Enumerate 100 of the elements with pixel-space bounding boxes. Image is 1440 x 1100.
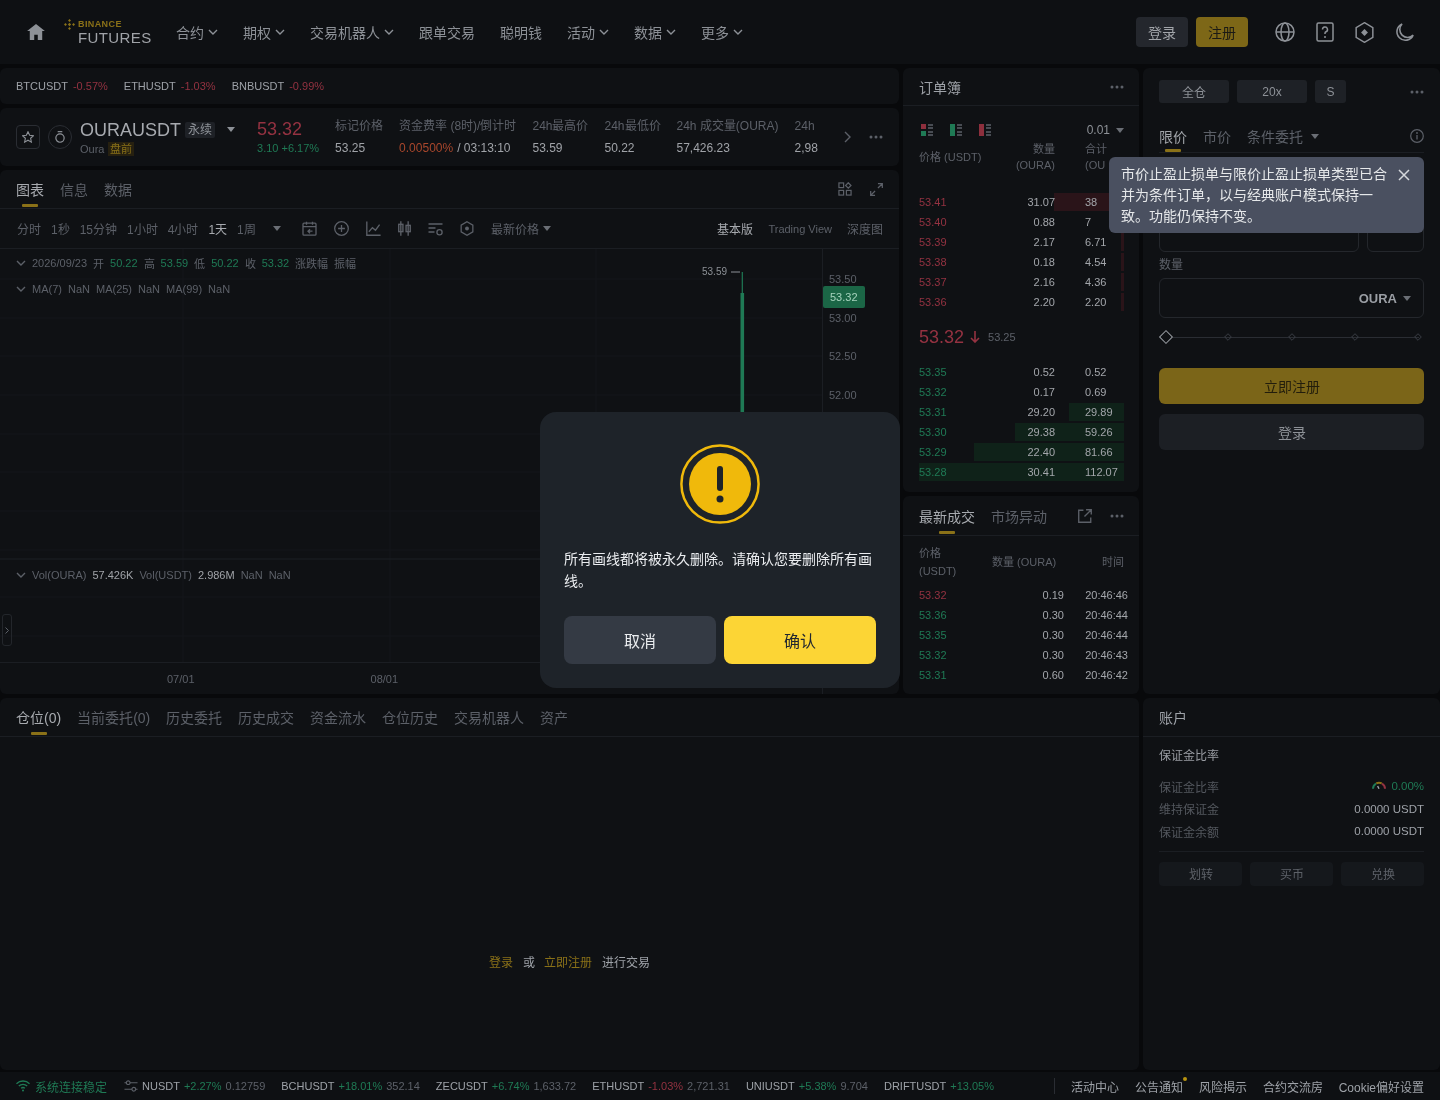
chart-view-tab[interactable]: Trading View: [768, 222, 832, 235]
order-type-tab[interactable]: 限价: [1159, 120, 1187, 152]
layout-icon[interactable]: [838, 182, 852, 196]
panel-title: 订单簿: [919, 78, 961, 97]
line-chart-icon[interactable]: [365, 221, 381, 236]
ticker-symbol[interactable]: BCHUSDT: [281, 1080, 335, 1092]
unit-dropdown[interactable]: OURA: [1358, 290, 1411, 306]
caret-icon[interactable]: [272, 226, 281, 231]
help-icon[interactable]: [1316, 22, 1334, 42]
hexagon-icon[interactable]: [459, 221, 474, 236]
sliders-icon[interactable]: [124, 1080, 138, 1092]
home-icon[interactable]: [27, 24, 45, 40]
settings-icon[interactable]: [427, 221, 443, 236]
buy-book-icon[interactable]: [950, 124, 962, 136]
footer-link[interactable]: Cookie偏好设置: [1338, 1080, 1424, 1095]
chart-tab[interactable]: 信息: [60, 170, 88, 208]
price-change: -0.99%: [289, 80, 325, 92]
more-icon[interactable]: [1110, 513, 1124, 518]
footer-link[interactable]: 活动中心: [1070, 1080, 1119, 1095]
nav-menu-item[interactable]: 数据: [633, 17, 676, 47]
footer-link[interactable]: 合约交流房: [1262, 1080, 1323, 1095]
tick-size-dropdown[interactable]: 0.01: [1086, 123, 1124, 137]
positions-tab[interactable]: 仓位(0): [16, 698, 62, 736]
footer-link[interactable]: 风险揭示: [1198, 1080, 1247, 1095]
product-name: FUTURES: [78, 28, 152, 46]
more-icon[interactable]: [1410, 89, 1424, 94]
ticker-symbol[interactable]: ZECUSDT: [435, 1080, 488, 1092]
favorite-button[interactable]: [16, 125, 40, 149]
plus-circle-icon[interactable]: [333, 221, 349, 236]
margin-mode-button[interactable]: 全仓: [1159, 80, 1229, 103]
login-button[interactable]: 登录: [1159, 414, 1424, 450]
more-icon[interactable]: [869, 135, 883, 139]
confirm-button[interactable]: 确认: [724, 616, 876, 664]
price-source-dropdown[interactable]: 最新价格: [490, 220, 551, 237]
chart-view-tab[interactable]: 基本版: [717, 220, 754, 237]
caret-icon[interactable]: [227, 127, 235, 132]
interval-tab[interactable]: 4小时: [167, 220, 199, 237]
info-icon[interactable]: [1410, 129, 1424, 143]
leverage-button[interactable]: 20x: [1237, 80, 1307, 103]
price-cell-text: 53.32: [919, 386, 948, 398]
legend-value: 50.22: [110, 257, 138, 269]
chart-view-tab[interactable]: 深度图: [847, 220, 883, 237]
ticker-symbol[interactable]: DRIFTUSDT: [883, 1080, 947, 1092]
amount-cell: 2.17: [1033, 236, 1055, 248]
close-icon[interactable]: [1398, 169, 1410, 181]
interval-tab[interactable]: 1周: [237, 220, 256, 237]
position-mode-button[interactable]: S: [1315, 80, 1346, 103]
candlestick-icon[interactable]: [397, 221, 411, 236]
register-link[interactable]: 立即注册: [544, 956, 593, 970]
hexagon-icon[interactable]: [1355, 21, 1374, 43]
chevron-down-icon: [16, 572, 26, 578]
wifi-icon: [16, 1080, 30, 1092]
panel-toggle-button[interactable]: [2, 614, 12, 646]
order-type-tab[interactable]: 市价: [1203, 120, 1231, 152]
ticker-symbol[interactable]: BTCUSDT: [16, 80, 68, 92]
ticker-symbol[interactable]: ETHUSDT: [123, 80, 176, 92]
interval-tab[interactable]: 分时: [17, 220, 41, 237]
ticker-symbol[interactable]: BNBUSDT: [231, 80, 285, 92]
popout-icon[interactable]: [1078, 508, 1092, 523]
quantity-field[interactable]: OURA: [1159, 278, 1424, 318]
price-change: -1.03%: [648, 1080, 684, 1092]
ticker-symbol[interactable]: UNIUSDT: [745, 1080, 795, 1092]
positions-tab[interactable]: 资产: [540, 698, 569, 736]
price-change: -1.03%: [180, 80, 216, 92]
trades-tab[interactable]: 最新成交: [919, 496, 975, 535]
stat-value: 0.00500%: [399, 141, 454, 155]
chevron-right-icon[interactable]: [844, 131, 851, 143]
amount-cell: 0.30: [1042, 649, 1064, 661]
calendar-icon[interactable]: [301, 221, 317, 236]
ticker-symbol[interactable]: NUSDT: [142, 1080, 180, 1092]
nav-menu-item[interactable]: 活动: [566, 17, 609, 47]
total-cell: 0.69: [1085, 386, 1107, 398]
footer-link[interactable]: 公告通知: [1134, 1080, 1183, 1095]
login-button[interactable]: 登录: [1136, 17, 1188, 47]
chart-tab[interactable]: 图表: [16, 170, 44, 208]
more-icon[interactable]: [1110, 84, 1124, 89]
nav-menu-item[interactable]: 更多: [700, 17, 743, 47]
nav-menu-item[interactable]: 合约: [175, 17, 218, 47]
positions-tab[interactable]: 资金流水: [310, 698, 367, 736]
moon-icon[interactable]: [1395, 22, 1414, 42]
nav-menu-item[interactable]: 跟单交易: [418, 17, 475, 47]
nav-menu-item[interactable]: 期权: [242, 17, 285, 47]
interval-tab[interactable]: 1天: [208, 220, 228, 237]
globe-icon[interactable]: [1275, 22, 1295, 42]
register-button[interactable]: 注册: [1196, 17, 1248, 47]
expand-icon[interactable]: [870, 182, 883, 196]
interval-tab[interactable]: 1秒: [51, 220, 70, 237]
price-cell-text: 53.32: [919, 649, 948, 661]
symbol-name[interactable]: OURAUSDT: [80, 118, 181, 141]
interval-tab[interactable]: 15分钟: [79, 220, 118, 237]
price-cell-text: 53.41: [919, 196, 948, 208]
nav-menu-item[interactable]: 聪明钱: [499, 17, 542, 47]
login-link[interactable]: 登录: [489, 956, 514, 970]
cancel-button[interactable]: 取消: [564, 616, 716, 664]
interval-tab[interactable]: 1小时: [127, 220, 158, 237]
nav-menu-item[interactable]: 交易机器人: [309, 17, 394, 47]
sell-book-icon[interactable]: [979, 124, 991, 136]
combined-book-icon[interactable]: [921, 124, 933, 136]
ticker-symbol[interactable]: ETHUSDT: [592, 1080, 645, 1092]
total-cell: 4.36: [1085, 276, 1107, 288]
